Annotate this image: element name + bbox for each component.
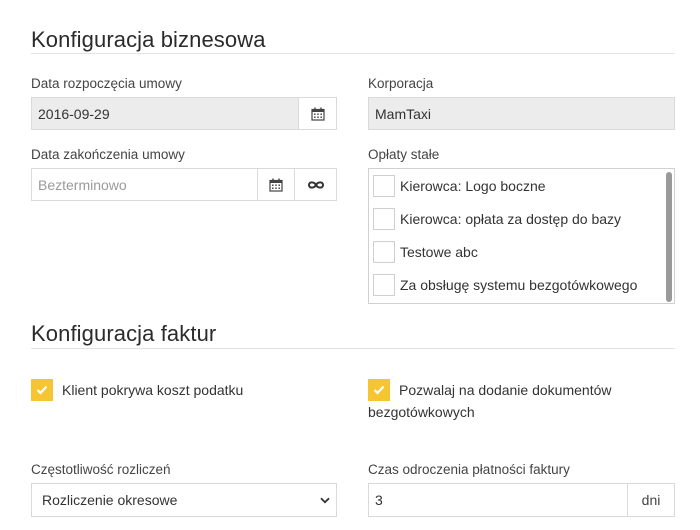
fee-item[interactable]: Za obsługę systemu bezgotówkowego bbox=[373, 273, 637, 297]
business-section-title: Konfiguracja biznesowa bbox=[31, 27, 266, 52]
start-date-value: 2016-09-29 bbox=[38, 105, 110, 122]
check-icon bbox=[36, 385, 48, 395]
business-section-divider bbox=[31, 53, 675, 54]
indefinite-button[interactable] bbox=[294, 168, 337, 201]
corporation-value: MamTaxi bbox=[375, 105, 432, 122]
fees-scrollbar[interactable] bbox=[666, 172, 672, 302]
invoice-section-divider bbox=[31, 348, 675, 349]
start-date-calendar-button[interactable] bbox=[298, 97, 337, 130]
billing-frequency-select[interactable]: Rozliczenie okresowe bbox=[31, 483, 337, 517]
cashless-docs-checkbox[interactable] bbox=[368, 379, 390, 401]
fee-item[interactable]: Kierowca: opłata za dostęp do bazy bbox=[373, 207, 621, 231]
payment-delay-unit-text: dni bbox=[641, 492, 661, 508]
corporation-label: Korporacja bbox=[368, 76, 434, 91]
infinity-icon bbox=[307, 180, 324, 189]
end-date-label: Data zakończenia umowy bbox=[31, 147, 185, 162]
fee-checkbox[interactable] bbox=[373, 274, 395, 296]
invoice-section-title: Konfiguracja faktur bbox=[31, 321, 217, 346]
payment-delay-unit: dni bbox=[627, 483, 675, 517]
end-date-field[interactable]: Bezterminowo bbox=[31, 168, 258, 201]
fee-item-label: Testowe abc bbox=[400, 244, 478, 260]
tax-checkbox[interactable] bbox=[31, 379, 53, 401]
fee-item-label: Za obsługę systemu bezgotówkowego bbox=[400, 277, 638, 293]
start-date-field[interactable]: 2016-09-29 bbox=[31, 97, 299, 130]
check-icon bbox=[373, 385, 385, 395]
payment-delay-label: Czas odroczenia płatności faktury bbox=[368, 462, 570, 477]
payment-delay-value: 3 bbox=[375, 492, 383, 508]
end-date-placeholder: Bezterminowo bbox=[38, 176, 127, 193]
calendar-icon bbox=[310, 107, 325, 121]
fixed-fees-list[interactable]: Kierowca: Logo boczne Kierowca: opłata z… bbox=[368, 168, 675, 304]
fee-item-label: Kierowca: opłata za dostęp do bazy bbox=[400, 211, 622, 227]
cashless-docs-label-line2: bezgotówkowych bbox=[368, 404, 475, 420]
fee-checkbox[interactable] bbox=[373, 208, 395, 230]
payment-delay-input[interactable]: 3 bbox=[368, 483, 628, 517]
tax-checkbox-label: Klient pokrywa koszt podatku bbox=[62, 382, 244, 398]
fee-checkbox[interactable] bbox=[373, 241, 395, 263]
fee-item-label: Kierowca: Logo boczne bbox=[400, 178, 546, 194]
fee-item[interactable]: Kierowca: Logo boczne bbox=[373, 174, 546, 198]
billing-frequency-value: Rozliczenie okresowe bbox=[42, 492, 178, 508]
end-date-calendar-button[interactable] bbox=[257, 168, 295, 201]
corporation-field: MamTaxi bbox=[368, 97, 675, 130]
chevron-down-icon bbox=[320, 497, 330, 503]
fee-checkbox[interactable] bbox=[373, 175, 395, 197]
calendar-icon bbox=[269, 178, 283, 192]
cashless-docs-label-line1: Pozwalaj na dodanie dokumentów bbox=[399, 382, 612, 398]
start-date-label: Data rozpoczęcia umowy bbox=[31, 76, 182, 91]
fixed-fees-label: Opłaty stałe bbox=[368, 147, 440, 162]
billing-frequency-label: Częstotliwość rozliczeń bbox=[31, 462, 171, 477]
fee-item[interactable]: Testowe abc bbox=[373, 240, 478, 264]
